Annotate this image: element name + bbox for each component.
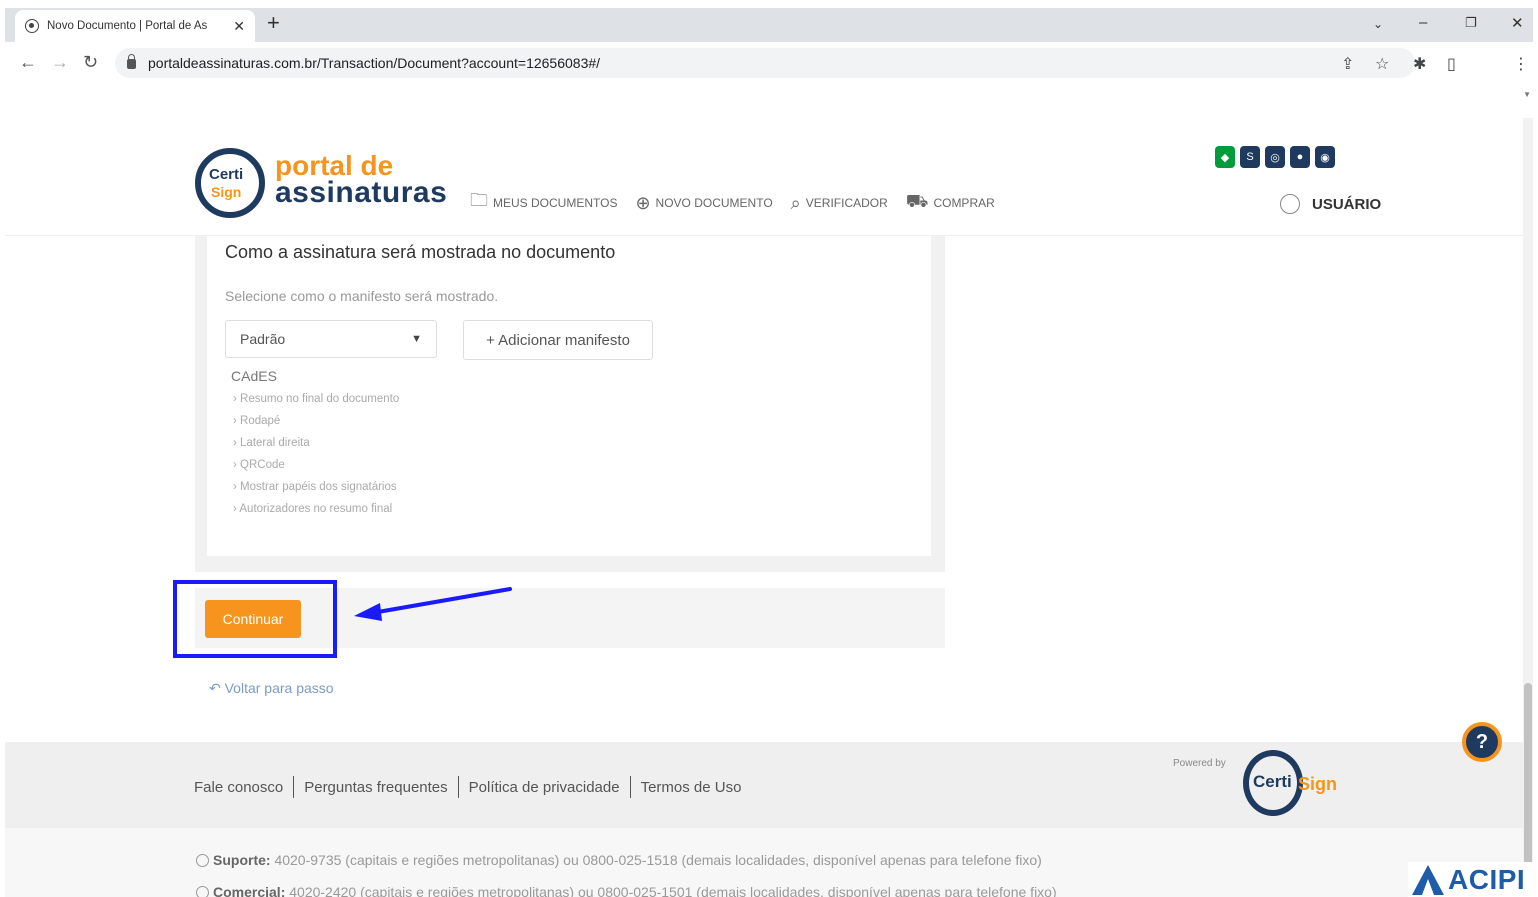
nav-label: COMPRAR [933,196,995,210]
tab-search-chevron-icon[interactable]: ⌄ [1373,17,1383,31]
user-menu[interactable]: USUÁRIO [1280,194,1381,214]
footer-logo-text: Certi [1253,772,1292,791]
cart-icon: ⛟ [905,191,929,211]
list-item[interactable]: Resumo no final do documento [233,388,399,410]
list-item[interactable]: QRCode [233,454,399,476]
browser-toolbar: ← → ↻ portaldeassinaturas.com.br/Transac… [5,42,1533,84]
list-item[interactable]: Mostrar papéis dos signatários [233,476,399,498]
acipi-watermark: ACIPI [1408,862,1538,897]
nav-verificador[interactable]: ⌕ VERIFICADOR [791,193,888,214]
page-content: Certi Sign portal de assinaturas 🗀 MEUS … [5,118,1523,897]
manifest-select[interactable]: Padrão ▼ [225,320,437,358]
main-nav: 🗀 MEUS DOCUMENTOS ⊕ NOVO DOCUMENTO ⌕ VER… [470,188,995,218]
commercial-label: Comercial: [213,884,286,897]
support-line: Suporte: 4020-9735 (capitais e regiões m… [196,852,1042,868]
browser-tab[interactable]: Novo Documento | Portal de As ✕ [15,10,255,42]
bookmark-star-icon[interactable]: ☆ [1375,54,1389,74]
headset-icon [196,854,209,867]
logo-line2: assinaturas [275,176,448,209]
menu-kebab-icon[interactable]: ⋮ [1513,54,1529,74]
close-window-icon[interactable]: ✕ [1511,14,1524,32]
site-header: Certi Sign portal de assinaturas 🗀 MEUS … [5,118,1523,236]
reload-icon[interactable]: ↻ [83,52,98,73]
scroll-down-arrow-icon[interactable]: ▼ [1523,90,1531,99]
powered-by-label: Powered by [1173,758,1226,769]
divider [457,776,459,798]
minimize-icon[interactable]: – [1419,14,1427,31]
social-badges: ◆ S ◎ ● ◉ [1215,146,1335,168]
nav-comprar[interactable]: ⛟ COMPRAR [906,191,995,215]
side-panel-icon[interactable]: ▯ [1447,54,1456,74]
nav-label: VERIFICADOR [805,196,888,210]
footer-link-terms[interactable]: Termos de Uso [641,779,742,796]
select-value: Padrão [240,331,286,347]
divider [629,776,631,798]
skype-icon[interactable]: S [1240,146,1260,168]
list-item[interactable]: Rodapé [233,410,399,432]
back-arrow-icon[interactable]: ← [19,52,37,73]
whatsapp-icon[interactable]: ◉ [1315,146,1335,168]
pointer-arrow-icon [354,587,512,621]
footer-link-contact[interactable]: Fale conosco [194,779,283,796]
help-chat-button[interactable]: ? [1462,722,1502,762]
support-info: Suporte: 4020-9735 (capitais e regiões m… [5,828,1523,897]
footer-link-faq[interactable]: Perguntas frequentes [304,779,447,796]
restore-icon[interactable]: ❐ [1465,15,1477,31]
nav-label: MEUS DOCUMENTOS [493,196,618,210]
card-title: Como a assinatura será mostrada no docum… [225,242,616,262]
chevron-down-icon: ▼ [411,333,422,345]
site-footer: Fale conosco Perguntas frequentes Políti… [5,742,1523,828]
forward-arrow-icon[interactable]: → [51,52,69,73]
cades-title: CAdES [231,368,277,384]
support-label: Suporte: [213,852,271,868]
nav-label: NOVO DOCUMENTO [655,196,773,210]
page-scrollbar[interactable] [1523,118,1533,897]
commercial-line: Comercial: 4020-2420 (capitais e regiões… [196,884,1057,897]
site-favicon-icon [25,19,39,33]
support-text: 4020-9735 (capitais e regiões metropolit… [274,852,1042,868]
lightbulb-icon[interactable]: ● [1290,146,1310,168]
address-bar[interactable]: portaldeassinaturas.com.br/Transaction/D… [115,48,1415,78]
highlight-box [173,580,337,658]
manifest-card: Como a assinatura será mostrada no docum… [207,236,931,556]
tab-title: Novo Documento | Portal de As [47,20,208,32]
footer-links: Fale conosco Perguntas frequentes Políti… [194,776,741,798]
footer-logo-sign: Sign [1298,774,1337,794]
commercial-text: 4020-2420 (capitais e regiões metropolit… [289,884,1057,897]
instagram-icon[interactable]: ◎ [1265,146,1285,168]
new-tab-icon[interactable]: + [267,10,280,36]
extensions-puzzle-icon[interactable]: ✱ [1413,54,1426,74]
logo-badge-top: Certi [209,166,244,183]
user-label: USUÁRIO [1312,195,1382,213]
certisign-footer-logo[interactable]: Certi [1243,750,1303,816]
plus-circle-icon: ⊕ [635,192,651,213]
user-avatar-icon [1280,194,1300,214]
brazil-flag-icon[interactable]: ◆ [1215,146,1235,168]
lock-icon [127,54,136,69]
folder-icon: 🗀 [470,190,488,210]
nav-novo-documento[interactable]: ⊕ NOVO DOCUMENTO [635,193,772,214]
browser-tab-strip: Novo Documento | Portal de As ✕ + ⌄ – ❐ … [5,8,1533,42]
logo-badge-bottom: Sign [211,184,242,200]
footer-link-privacy[interactable]: Política de privacidade [469,779,620,796]
nav-meus-documentos[interactable]: 🗀 MEUS DOCUMENTOS [470,188,617,218]
acipi-text: ACIPI [1448,863,1526,895]
close-tab-icon[interactable]: ✕ [233,18,245,35]
card-subtitle: Selecione como o manifesto será mostrado… [225,288,499,304]
search-icon: ⌕ [790,192,801,213]
certisign-badge: Certi Sign [195,148,265,218]
back-to-step-link[interactable]: ↶ Voltar para passo [209,680,334,697]
acipi-logo-icon [1412,864,1444,895]
manifest-card-container: Como a assinatura será mostrada no docum… [195,236,945,572]
add-manifest-button[interactable]: + Adicionar manifesto [463,320,653,360]
url-text: portaldeassinaturas.com.br/Transaction/D… [148,55,601,71]
share-icon[interactable]: ⇪ [1341,54,1354,74]
phone-icon [196,886,209,897]
cades-options-list: Resumo no final do documento Rodapé Late… [233,388,399,520]
divider [293,776,295,798]
list-item[interactable]: Autorizadores no resumo final [233,498,399,520]
portal-logo[interactable]: Certi Sign portal de assinaturas [195,148,455,228]
list-item[interactable]: Lateral direita [233,432,399,454]
